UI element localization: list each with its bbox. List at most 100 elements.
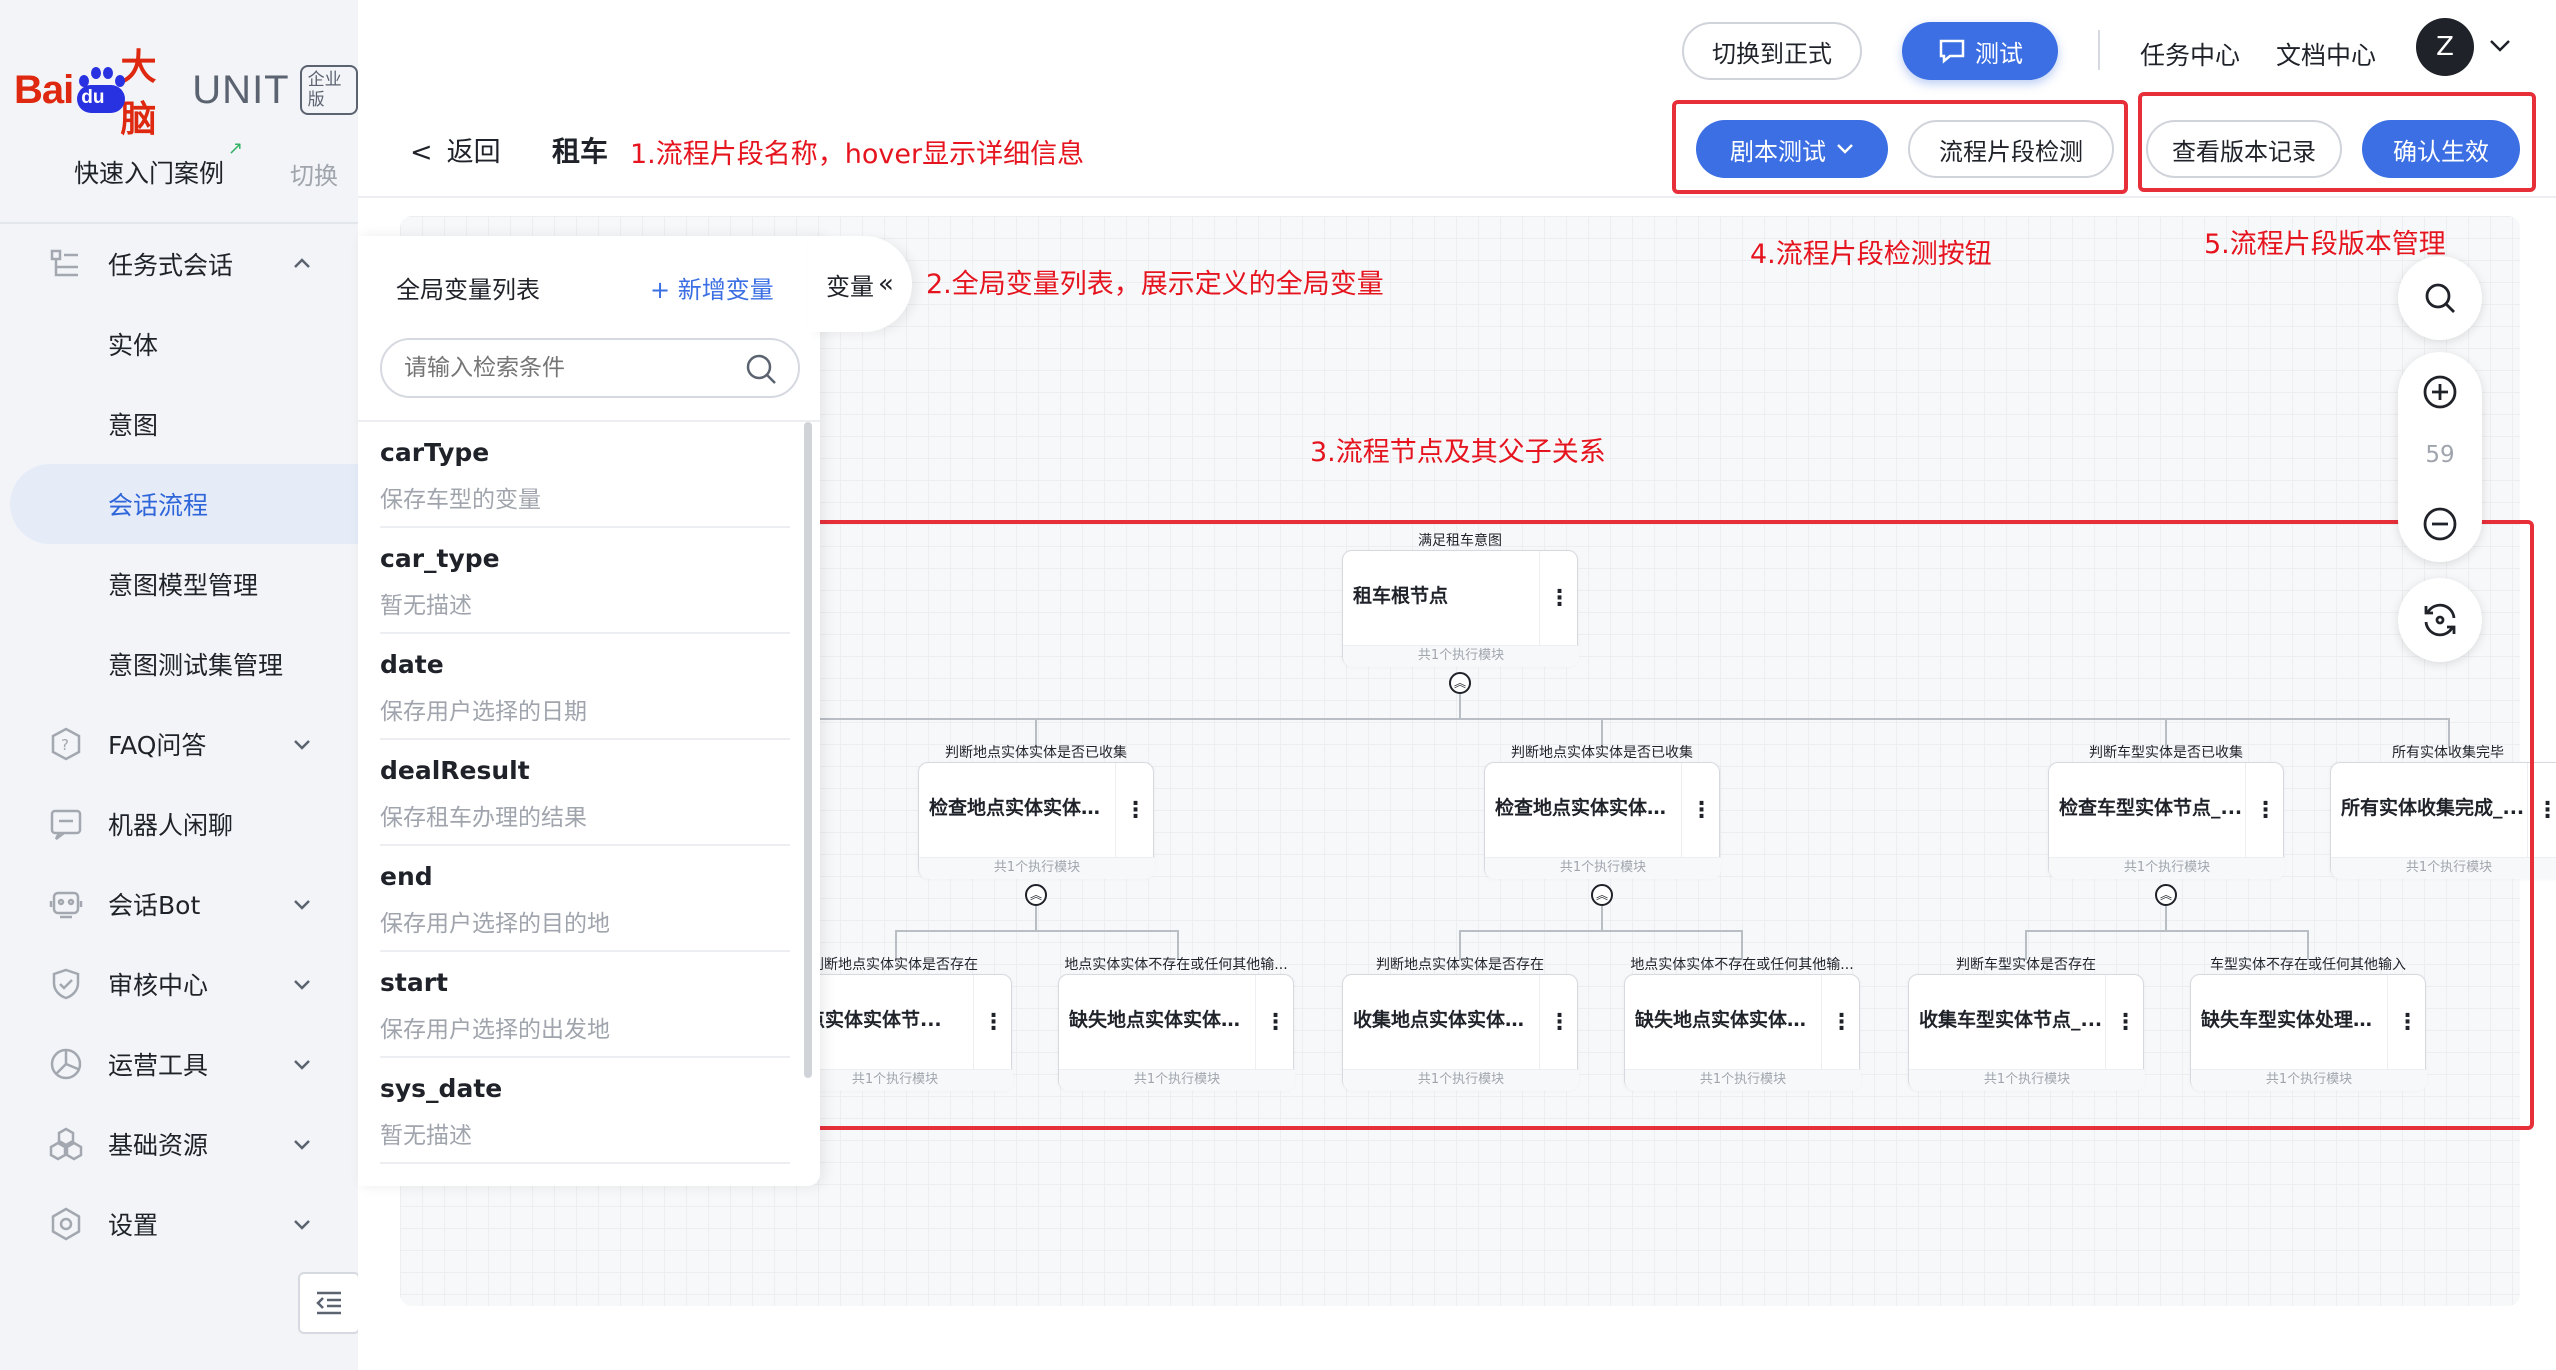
variable-name: car_type [380,544,500,573]
sidebar-item-chitchat[interactable]: 机器人闲聊 [0,784,358,864]
sidebar-label: 基础资源 [108,1131,209,1160]
task-center-link[interactable]: 任务中心 [2140,36,2240,72]
sidebar-collapse-button[interactable] [298,1272,360,1334]
search-button[interactable] [2398,256,2482,340]
var-tab-label: 变量 [826,272,874,301]
chevron-left-icon: < [410,137,433,168]
chevron-down-icon [294,1060,310,1070]
logo-bai: Bai [14,67,74,112]
var-search-input[interactable] [380,338,800,398]
double-chevron-left-icon: « [878,269,894,299]
settings-icon [48,1206,84,1242]
sidebar-item-bot[interactable]: 会话Bot [0,864,358,944]
flow-title[interactable]: 租车 [552,130,608,170]
sidebar-label: 设置 [108,1211,159,1240]
zoom-control: 59 [2398,352,2482,562]
sidebar-item-basic-resources[interactable]: 基础资源 [0,1104,358,1184]
sidebar-label: 任务式会话 [108,251,234,280]
chevron-down-icon [294,1140,310,1150]
annotation-box-3 [792,520,2534,1130]
logo-danao: 大脑 [120,47,157,140]
chevron-down-icon [294,980,310,990]
operation-tool-icon [48,1046,84,1082]
chat-bubble-icon [1939,39,1965,64]
avatar[interactable]: Z [2416,18,2474,76]
baidu-paw-icon: du [75,65,126,115]
zoom-in-button[interactable] [2420,372,2460,412]
variable-desc: 保存用户选择的目的地 [380,911,610,937]
test-button[interactable]: 测试 [1902,22,2058,80]
annotation-box-5 [2138,92,2536,192]
annotation-1: 1.流程片段名称，hover显示详细信息 [630,139,1085,170]
variable-item[interactable]: carType 保存车型的变量 [380,422,790,528]
sidebar-item-entity[interactable]: 实体 [0,304,358,384]
variable-item[interactable]: car_type 暂无描述 [380,528,790,634]
variable-item[interactable]: date 保存用户选择的日期 [380,634,790,740]
logo-unit: UNIT [192,67,290,112]
faq-icon: ? [48,726,84,762]
quick-start-case[interactable]: 快速入门案例 [74,154,224,190]
variable-item[interactable]: end 保存用户选择的目的地 [380,846,790,952]
sidebar-label: 会话流程 [108,491,209,520]
sidebar-label: FAQ问答 [108,731,207,760]
doc-center-link[interactable]: 文档中心 [2276,36,2376,72]
sidebar-item-intent-testset[interactable]: 意图测试集管理 [0,624,358,704]
sidebar-item-intent[interactable]: 意图 [0,384,358,464]
zoom-out-icon [2423,507,2457,541]
variable-desc: 保存用户选择的日期 [380,699,587,725]
svg-text:?: ? [61,736,69,754]
variable-name: date [380,650,444,679]
chevron-down-icon[interactable] [2488,38,2512,54]
logo-du: du [81,87,105,108]
baidu-unit-logo[interactable]: Bai du 大脑 UNIT 企业版 [14,47,358,140]
search-icon [2425,283,2455,313]
sidebar-label: 机器人闲聊 [108,811,234,840]
variable-item[interactable]: sys_date 暂无描述 [380,1058,790,1164]
sidebar-item-task-dialog[interactable]: 任务式会话 [0,224,358,304]
variable-item[interactable]: dealResult 保存租车办理的结果 [380,740,790,846]
variable-desc: 保存租车办理的结果 [380,805,587,831]
variable-desc: 保存用户选择的出发地 [380,1017,610,1043]
zoom-in-icon [2423,375,2457,409]
chevron-down-icon [294,900,310,910]
sidebar-item-dialog-flow[interactable]: 会话流程 [10,464,358,544]
zoom-out-button[interactable] [2420,504,2460,544]
sidebar-item-settings[interactable]: 设置 [0,1184,358,1264]
sidebar-item-intent-model[interactable]: 意图模型管理 [0,544,358,624]
sidebar-label: 意图模型管理 [108,571,259,600]
sidebar-label: 意图测试集管理 [108,651,284,680]
sidebar: Bai du 大脑 UNIT 企业版 快速入门案例 ↗ 切换 任务式会话 实体 … [0,0,360,1370]
var-scrollbar[interactable] [804,422,812,1078]
sidebar-item-ops-tools[interactable]: 运营工具 [0,1024,358,1104]
chevron-down-icon [294,740,310,750]
search-icon[interactable] [744,352,778,386]
switch-formal-button[interactable]: 切换到正式 [1682,22,1862,80]
variable-panel-toggle[interactable]: 变量 « [808,236,912,332]
annotation-5: 5.流程片段版本管理 [2204,229,2446,260]
back-button[interactable]: < 返回 [410,130,501,169]
chevron-down-icon [294,1220,310,1230]
header-separator [2098,30,2100,70]
external-link-icon: ↗ [228,138,244,159]
variable-item[interactable]: start 保存用户选择的出发地 [380,952,790,1058]
sidebar-item-faq[interactable]: ? FAQ问答 [0,704,358,784]
annotation-3: 3.流程节点及其父子关系 [1310,437,1606,468]
chat-icon [48,806,84,842]
variable-desc: 暂无描述 [380,593,472,619]
add-variable-button[interactable]: + 新增变量 [650,270,774,305]
sidebar-label: 意图 [108,411,159,440]
reset-view-button[interactable] [2398,578,2482,662]
annotation-2: 2.全局变量列表，展示定义的全局变量 [926,269,1384,300]
variable-name: sys_date [380,1074,503,1103]
sidebar-item-review-center[interactable]: 审核中心 [0,944,358,1024]
sidebar-label: 运营工具 [108,1051,209,1080]
sidebar-label: 实体 [108,331,159,360]
switch-button[interactable]: 切换 [290,156,338,191]
shield-check-icon [48,966,84,1002]
variable-name: carType [380,438,490,467]
variable-desc: 暂无描述 [380,1123,472,1149]
zoom-level: 59 [2425,442,2455,468]
subheader-divider [358,196,2556,198]
test-label: 测试 [1975,39,2023,68]
bot-icon [48,886,84,922]
